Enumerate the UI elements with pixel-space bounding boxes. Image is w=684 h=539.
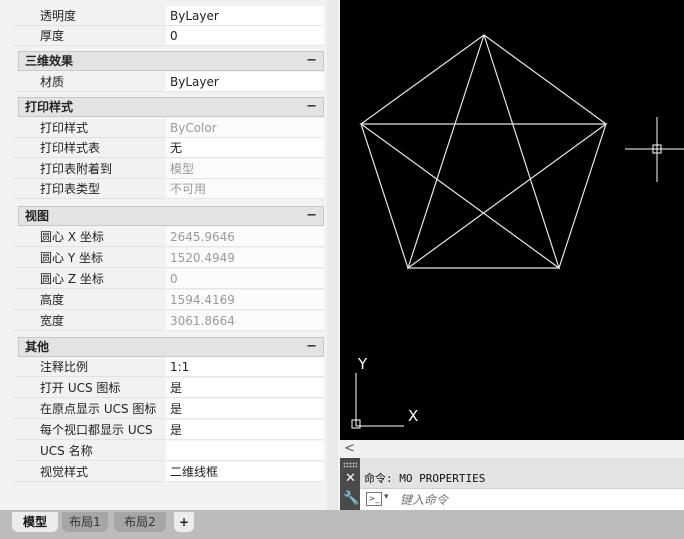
command-history: 命令: MO PROPERTIES xyxy=(360,458,684,488)
property-row-annotation-scale[interactable]: 注释比例 1:1 xyxy=(14,357,326,377)
property-name: 在原点显示 UCS 图标 xyxy=(14,399,164,419)
property-name: 圆心 Y 坐标 xyxy=(14,248,164,268)
property-row-ucs-icon-on[interactable]: 打开 UCS 图标 是 xyxy=(14,378,326,398)
property-name: 打印样式 xyxy=(14,118,164,138)
property-value[interactable]: 0 xyxy=(166,26,324,46)
property-row-center-x[interactable]: 圆心 X 坐标 2645.9646 xyxy=(14,227,326,247)
ucs-x-label: X xyxy=(408,407,418,425)
pentagon-outline[interactable] xyxy=(360,34,607,269)
section-title: 其他 xyxy=(25,340,50,354)
collapse-icon[interactable]: − xyxy=(306,338,317,356)
property-value[interactable]: 是 xyxy=(166,378,324,398)
property-value: 3061.8664 xyxy=(166,311,324,331)
section-header-plot-style[interactable]: 打印样式 − xyxy=(18,97,324,117)
property-row-plot-style-table[interactable]: 打印样式表 无 xyxy=(14,138,326,158)
property-name: 打开 UCS 图标 xyxy=(14,378,164,398)
layout-tabs: 模型 布局1 布局2 + xyxy=(0,510,684,539)
property-row-plot-table-attached[interactable]: 打印表附着到 模型 xyxy=(14,159,326,179)
property-value: 0 xyxy=(166,269,324,289)
close-icon[interactable]: ✕ xyxy=(345,471,356,487)
property-value: ByColor xyxy=(166,118,324,138)
property-row-center-y[interactable]: 圆心 Y 坐标 1520.4949 xyxy=(14,248,326,268)
property-name: 圆心 X 坐标 xyxy=(14,227,164,247)
property-name: 每个视口都显示 UCS xyxy=(14,420,164,440)
property-row-visual-style[interactable]: 视觉样式 二维线框 xyxy=(14,462,326,482)
collapse-icon[interactable]: − xyxy=(306,52,317,70)
property-name: 打印样式表 xyxy=(14,138,164,158)
scroll-left-icon[interactable]: < xyxy=(344,440,355,458)
section-title: 视图 xyxy=(25,209,50,223)
command-line: ✕ 🔧 命令: MO PROPERTIES >_ ▾ xyxy=(340,458,684,510)
property-value[interactable] xyxy=(166,441,324,461)
wrench-icon[interactable]: 🔧 xyxy=(343,491,359,507)
property-value: 1594.4169 xyxy=(166,290,324,310)
command-input-bar[interactable]: >_ ▾ xyxy=(360,488,684,510)
drawing-canvas[interactable]: Y X xyxy=(340,0,684,440)
section-header-3d-effects[interactable]: 三维效果 − xyxy=(18,51,324,71)
property-name: 透明度 xyxy=(14,6,164,26)
property-value[interactable]: ByLayer xyxy=(166,72,324,92)
property-value: 不可用 xyxy=(166,179,324,199)
property-row-ucs-per-viewport[interactable]: 每个视口都显示 UCS 是 xyxy=(14,420,326,440)
property-name: 注释比例 xyxy=(14,357,164,377)
property-value: 1520.4949 xyxy=(166,248,324,268)
properties-grid: 透明度 ByLayer 厚度 0 三维效果 − 材质 ByLayer 打印样式 … xyxy=(14,0,340,510)
property-value: 模型 xyxy=(166,159,324,179)
property-name: 高度 xyxy=(14,290,164,310)
property-name: 打印表类型 xyxy=(14,179,164,199)
collapse-icon[interactable]: − xyxy=(306,98,317,116)
property-value[interactable]: 二维线框 xyxy=(166,462,324,482)
prompt-icon[interactable]: >_ xyxy=(366,492,382,506)
property-row-transparency[interactable]: 透明度 ByLayer xyxy=(14,6,326,26)
property-row-width[interactable]: 宽度 3061.8664 xyxy=(14,311,326,331)
tab-layout1[interactable]: 布局1 xyxy=(62,512,108,532)
property-value[interactable]: 是 xyxy=(166,399,324,419)
tab-layout2[interactable]: 布局2 xyxy=(114,512,166,532)
drag-handle-icon[interactable] xyxy=(343,462,357,468)
section-title: 打印样式 xyxy=(25,100,74,114)
property-name: 厚度 xyxy=(14,26,164,46)
property-row-ucs-at-origin[interactable]: 在原点显示 UCS 图标 是 xyxy=(14,399,326,419)
pentagram-lines[interactable] xyxy=(359,34,608,270)
property-value[interactable]: ByLayer xyxy=(166,6,324,26)
command-input[interactable] xyxy=(398,490,672,510)
property-row-thickness[interactable]: 厚度 0 xyxy=(14,26,326,46)
add-layout-button[interactable]: + xyxy=(174,512,194,532)
property-name: 宽度 xyxy=(14,311,164,331)
command-history-text: 命令: MO PROPERTIES xyxy=(364,472,486,485)
section-title: 三维效果 xyxy=(25,54,74,68)
property-value[interactable]: 1:1 xyxy=(166,357,324,377)
crosshair-cursor-icon xyxy=(625,117,684,182)
property-name: 圆心 Z 坐标 xyxy=(14,269,164,289)
properties-palette: 透明度 ByLayer 厚度 0 三维效果 − 材质 ByLayer 打印样式 … xyxy=(0,0,340,510)
property-row-plot-style[interactable]: 打印样式 ByColor xyxy=(14,118,326,138)
property-name: UCS 名称 xyxy=(14,441,164,461)
drawing-svg: Y X xyxy=(351,34,684,429)
property-name: 材质 xyxy=(14,72,164,92)
collapse-icon[interactable]: − xyxy=(306,207,317,225)
property-row-ucs-name[interactable]: UCS 名称 xyxy=(14,441,326,461)
property-value[interactable]: 无 xyxy=(166,138,324,158)
ucs-y-label: Y xyxy=(357,355,368,373)
ucs-icon xyxy=(351,373,404,429)
command-line-grip[interactable]: ✕ 🔧 xyxy=(340,458,360,510)
section-header-view[interactable]: 视图 − xyxy=(18,206,324,226)
property-row-center-z[interactable]: 圆心 Z 坐标 0 xyxy=(14,269,326,289)
palette-title-strip[interactable] xyxy=(0,0,14,510)
canvas-scrollbar[interactable]: < xyxy=(340,440,684,458)
property-name: 视觉样式 xyxy=(14,462,164,482)
property-value[interactable]: 是 xyxy=(166,420,324,440)
property-name: 打印表附着到 xyxy=(14,159,164,179)
chevron-down-icon[interactable]: ▾ xyxy=(384,492,389,502)
property-row-plot-table-type[interactable]: 打印表类型 不可用 xyxy=(14,179,326,199)
section-header-misc[interactable]: 其他 − xyxy=(18,337,324,357)
palette-scrollbar[interactable] xyxy=(327,0,338,510)
property-row-material[interactable]: 材质 ByLayer xyxy=(14,72,326,92)
property-value: 2645.9646 xyxy=(166,227,324,247)
property-row-height[interactable]: 高度 1594.4169 xyxy=(14,290,326,310)
tab-model[interactable]: 模型 xyxy=(12,512,58,532)
